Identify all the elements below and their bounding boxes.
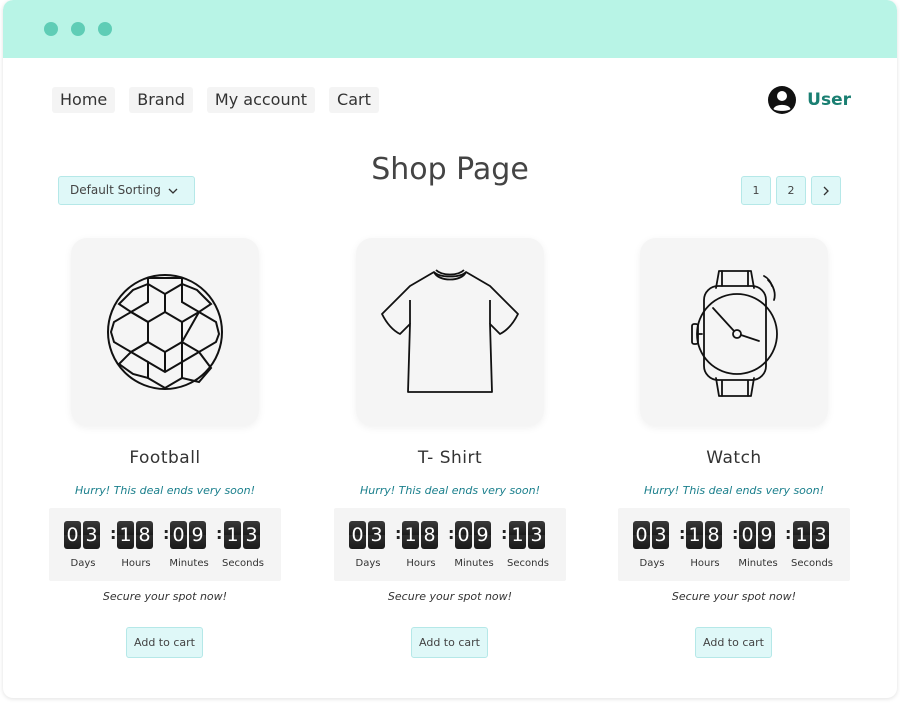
digit: 0 <box>633 521 650 549</box>
window-dot-close[interactable] <box>44 22 58 36</box>
page-2-button[interactable]: 2 <box>776 176 806 205</box>
window-dot-minimize[interactable] <box>71 22 85 36</box>
next-page-button[interactable] <box>811 176 841 205</box>
digit: 3 <box>652 521 669 549</box>
digit: 9 <box>474 521 491 549</box>
user-menu[interactable]: User <box>767 85 851 115</box>
product-name[interactable]: Football <box>49 448 281 468</box>
digit: 3 <box>243 521 260 549</box>
football-icon <box>107 274 223 390</box>
digit: 9 <box>758 521 775 549</box>
countdown-timer: 0 3 Days : 1 8 Hours : 0 9 Minutes: 1 3… <box>49 508 281 581</box>
deal-message: Hurry! This deal ends very soon! <box>359 484 541 497</box>
product-card: Football Hurry! This deal ends very soon… <box>49 238 281 658</box>
countdown-hours: 1 8 Hours <box>109 521 163 571</box>
watch-icon <box>691 270 778 397</box>
digit: 1 <box>509 521 526 549</box>
digit: 0 <box>349 521 366 549</box>
digit: 0 <box>455 521 472 549</box>
countdown-days: 0 3 Days <box>56 521 110 571</box>
digit: 9 <box>189 521 206 549</box>
digit: 0 <box>64 521 81 549</box>
nav-my-account[interactable]: My account <box>206 87 316 113</box>
nav-brand[interactable]: Brand <box>129 87 193 113</box>
product-name[interactable]: T- Shirt <box>334 448 566 468</box>
digit: 1 <box>224 521 241 549</box>
minutes-label: Minutes <box>169 558 209 569</box>
title-bar <box>3 0 897 58</box>
minutes-label: Minutes <box>454 558 494 569</box>
product-name[interactable]: Watch <box>618 448 850 468</box>
countdown-timer: 0 3 Days : 1 8 Hours : 0 9 Minutes: 1 3… <box>334 508 566 581</box>
deal-message: Hurry! This deal ends very soon! <box>643 484 825 497</box>
digit: 1 <box>402 521 419 549</box>
digit: 1 <box>793 521 810 549</box>
days-label: Days <box>639 558 665 569</box>
digit: 0 <box>739 521 756 549</box>
product-card: T- Shirt Hurry! This deal ends very soon… <box>334 238 566 658</box>
seconds-label: Seconds <box>221 558 264 569</box>
minutes-label: Minutes <box>738 558 778 569</box>
secure-message: Secure your spot now! <box>387 590 513 603</box>
countdown-minutes: 0 9 Minutes <box>447 521 501 571</box>
digit: 8 <box>705 521 722 549</box>
nav-cart[interactable]: Cart <box>329 87 379 113</box>
digit: 3 <box>812 521 829 549</box>
hours-label: Hours <box>121 558 151 569</box>
browser-window: Home Brand My account Cart User Shop Pag… <box>3 0 897 698</box>
digit: 1 <box>686 521 703 549</box>
digit: 3 <box>368 521 385 549</box>
countdown-seconds: 1 3 Seconds <box>785 521 839 571</box>
hours-label: Hours <box>690 558 720 569</box>
product-image[interactable] <box>71 238 259 426</box>
main-nav: Home Brand My account Cart <box>52 87 393 113</box>
user-circle-icon <box>768 86 797 114</box>
seconds-label: Seconds <box>790 558 833 569</box>
countdown-seconds: 1 3 Seconds <box>216 521 270 571</box>
window-dot-maximize[interactable] <box>98 22 112 36</box>
countdown-days: 0 3 Days <box>341 521 395 571</box>
digit: 8 <box>421 521 438 549</box>
product-image[interactable] <box>640 238 828 426</box>
page-1-button[interactable]: 1 <box>741 176 771 205</box>
user-label: User <box>807 90 851 110</box>
digit: 0 <box>170 521 187 549</box>
chevron-right-icon <box>823 186 829 196</box>
add-to-cart-button[interactable]: Add to cart <box>695 627 772 658</box>
countdown-minutes: 0 9 Minutes <box>162 521 216 571</box>
digit: 8 <box>136 521 153 549</box>
t-shirt-icon <box>381 269 519 393</box>
product-image[interactable] <box>356 238 544 426</box>
countdown-hours: 1 8 Hours <box>394 521 448 571</box>
days-label: Days <box>70 558 96 569</box>
sort-dropdown[interactable]: Default Sorting <box>58 176 195 205</box>
countdown-minutes: 0 9 Minutes <box>731 521 785 571</box>
countdown-seconds: 1 3 Seconds <box>501 521 555 571</box>
digit: 3 <box>83 521 100 549</box>
seconds-label: Seconds <box>506 558 549 569</box>
add-to-cart-button[interactable]: Add to cart <box>126 627 203 658</box>
digit: 3 <box>528 521 545 549</box>
sort-label: Default Sorting <box>70 183 161 197</box>
nav-home[interactable]: Home <box>52 87 116 113</box>
product-card: Watch Hurry! This deal ends very soon! 0… <box>618 238 850 658</box>
countdown-timer: 0 3 Days : 1 8 Hours : 0 9 Minutes: 1 3… <box>618 508 850 581</box>
secure-message: Secure your spot now! <box>102 590 228 603</box>
chevron-down-icon <box>168 188 178 194</box>
days-label: Days <box>355 558 381 569</box>
add-to-cart-button[interactable]: Add to cart <box>411 627 488 658</box>
countdown-days: 0 3 Days <box>625 521 679 571</box>
countdown-hours: 1 8 Hours <box>678 521 732 571</box>
secure-message: Secure your spot now! <box>671 590 797 603</box>
pagination: 1 2 <box>741 176 846 205</box>
hours-label: Hours <box>406 558 436 569</box>
deal-message: Hurry! This deal ends very soon! <box>74 484 256 497</box>
digit: 1 <box>117 521 134 549</box>
